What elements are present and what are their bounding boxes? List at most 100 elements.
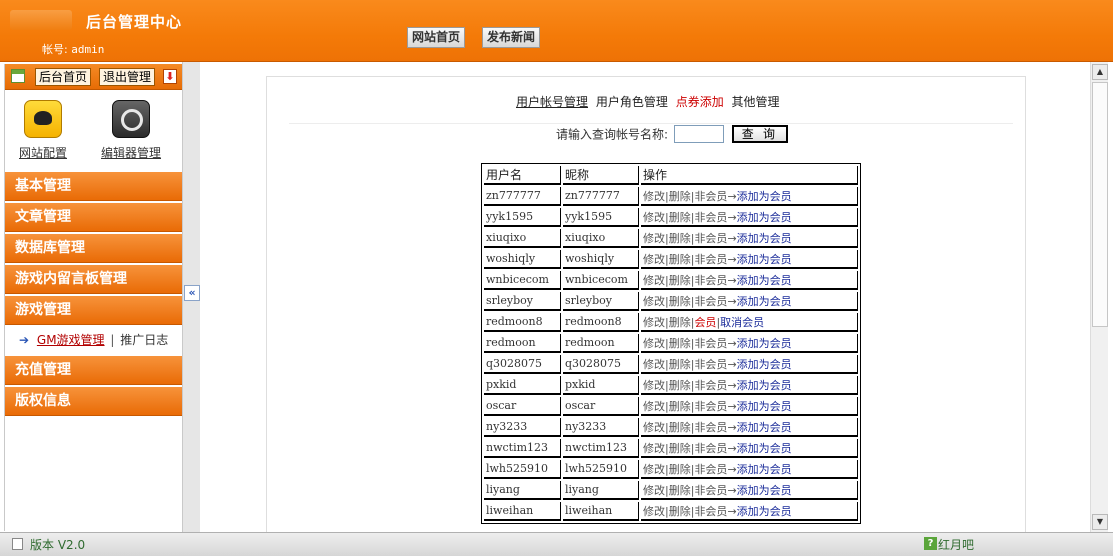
add-member-link[interactable]: 添加为会员 — [737, 358, 792, 371]
delete-link[interactable]: 删除 — [669, 253, 691, 266]
search-button[interactable]: 查 询 — [731, 125, 789, 143]
delete-link[interactable]: 删除 — [669, 211, 691, 224]
logout-button[interactable]: 退出管理 — [99, 68, 156, 86]
add-member-link[interactable]: 添加为会员 — [737, 484, 792, 497]
cell-actions: 修改|删除|非会员→添加为会员 — [641, 334, 858, 353]
delete-link[interactable]: 删除 — [669, 295, 691, 308]
delete-link[interactable]: 删除 — [669, 232, 691, 245]
delete-link[interactable]: 删除 — [669, 379, 691, 392]
delete-link[interactable]: 删除 — [669, 358, 691, 371]
delete-link[interactable]: 删除 — [669, 484, 691, 497]
add-member-link[interactable]: 添加为会员 — [737, 295, 792, 308]
site-config-shortcut[interactable]: 网站配置 — [19, 100, 67, 161]
submenu-promo-log[interactable]: 推广日志 — [120, 333, 168, 347]
publish-news-button[interactable]: 发布新闻 — [482, 27, 541, 48]
arrow-down-icon[interactable]: ⬇ — [163, 69, 177, 84]
header-bar: 后台管理中心 帐号: admin 网站首页 发布新闻 — [0, 0, 1113, 62]
menu-database[interactable]: 数据库管理 — [5, 234, 183, 263]
edit-link[interactable]: 修改 — [643, 400, 665, 413]
add-member-link[interactable]: 添加为会员 — [737, 337, 792, 350]
help-icon: ? — [924, 537, 937, 550]
delete-link[interactable]: 删除 — [669, 442, 691, 455]
add-member-link[interactable]: 添加为会员 — [737, 463, 792, 476]
edit-link[interactable]: 修改 — [643, 253, 665, 266]
menu-articles[interactable]: 文章管理 — [5, 203, 183, 232]
edit-link[interactable]: 修改 — [643, 274, 665, 287]
edit-link[interactable]: 修改 — [643, 295, 665, 308]
delete-link[interactable]: 删除 — [669, 190, 691, 203]
menu-recharge[interactable]: 充值管理 — [5, 356, 183, 385]
tab-user-accounts[interactable]: 用户帐号管理 — [516, 95, 588, 109]
edit-link[interactable]: 修改 — [643, 379, 665, 392]
scroll-down-icon[interactable]: ▼ — [1092, 514, 1108, 530]
table-row: liyang liyang 修改|删除|非会员→添加为会员 — [484, 481, 858, 500]
col-username: 用户名 — [484, 166, 561, 185]
add-member-link[interactable]: 添加为会员 — [737, 421, 792, 434]
add-member-link[interactable]: 添加为会员 — [737, 442, 792, 455]
menu-guestbook[interactable]: 游戏内留言板管理 — [5, 265, 183, 294]
edit-link[interactable]: 修改 — [643, 463, 665, 476]
tab-bar: 用户帐号管理 用户角色管理 点券添加 其他管理 — [516, 93, 784, 110]
editor-shortcut[interactable]: 编辑器管理 — [101, 100, 161, 161]
member-status: 非会员 — [694, 252, 728, 266]
user-table: 用户名 昵称 操作 zn777777 zn777777 修改|删除|非会员→添加为会… — [481, 163, 861, 524]
edit-link[interactable]: 修改 — [643, 442, 665, 455]
scroll-up-icon[interactable]: ▲ — [1092, 64, 1108, 80]
delete-link[interactable]: 删除 — [669, 421, 691, 434]
cell-nickname: lwh525910 — [563, 460, 639, 479]
tab-user-roles[interactable]: 用户角色管理 — [596, 95, 668, 109]
tab-other[interactable]: 其他管理 — [732, 95, 780, 109]
edit-link[interactable]: 修改 — [643, 484, 665, 497]
cell-username: q3028075 — [484, 355, 561, 374]
search-input[interactable] — [673, 125, 724, 143]
edit-link[interactable]: 修改 — [643, 316, 665, 329]
edit-link[interactable]: 修改 — [643, 337, 665, 350]
edit-link[interactable]: 修改 — [643, 358, 665, 371]
menu-game[interactable]: 游戏管理 — [5, 296, 183, 325]
cell-username: woshiqly — [484, 250, 561, 269]
table-row: redmoon redmoon 修改|删除|非会员→添加为会员 — [484, 334, 858, 353]
delete-link[interactable]: 删除 — [669, 316, 691, 329]
member-status: 非会员 — [694, 231, 728, 245]
collapse-icon[interactable]: « — [184, 285, 200, 301]
edit-link[interactable]: 修改 — [643, 505, 665, 518]
add-member-link[interactable]: 添加为会员 — [737, 211, 792, 224]
delete-link[interactable]: 删除 — [669, 337, 691, 350]
delete-link[interactable]: 删除 — [669, 274, 691, 287]
delete-link[interactable]: 删除 — [669, 505, 691, 518]
delete-link[interactable]: 删除 — [669, 400, 691, 413]
cancel-member-link[interactable]: 取消会员 — [720, 316, 764, 329]
member-status: 非会员 — [694, 294, 728, 308]
cell-actions: 修改|删除|非会员→添加为会员 — [641, 229, 858, 248]
tab-add-coupons[interactable]: 点券添加 — [676, 95, 724, 109]
sidebar-menu: 基本管理 文章管理 数据库管理 游戏内留言板管理 游戏管理 ➔ GM游戏管理 |… — [5, 172, 183, 418]
cell-username: redmoon — [484, 334, 561, 353]
add-member-link[interactable]: 添加为会员 — [737, 505, 792, 518]
submenu-gm-game[interactable]: GM游戏管理 — [37, 333, 105, 347]
menu-basic[interactable]: 基本管理 — [5, 172, 183, 201]
member-status: 非会员 — [694, 504, 728, 518]
add-member-link[interactable]: 添加为会员 — [737, 232, 792, 245]
edit-link[interactable]: 修改 — [643, 421, 665, 434]
footer-brand[interactable]: 红月吧 — [938, 536, 974, 553]
add-member-link[interactable]: 添加为会员 — [737, 274, 792, 287]
scroll-thumb[interactable] — [1092, 82, 1108, 327]
account-label: 帐号: — [42, 43, 68, 56]
add-member-link[interactable]: 添加为会员 — [737, 400, 792, 413]
cell-username: oscar — [484, 397, 561, 416]
add-member-link[interactable]: 添加为会员 — [737, 253, 792, 266]
cell-nickname: xiuqixo — [563, 229, 639, 248]
scrollbar[interactable]: ▲ ▼ — [1090, 62, 1108, 532]
cell-nickname: oscar — [563, 397, 639, 416]
add-member-link[interactable]: 添加为会员 — [737, 190, 792, 203]
menu-copyright[interactable]: 版权信息 — [5, 387, 183, 416]
member-status: 非会员 — [694, 420, 728, 434]
cell-actions: 修改|删除|非会员→添加为会员 — [641, 397, 858, 416]
admin-home-button[interactable]: 后台首页 — [35, 68, 92, 86]
add-member-link[interactable]: 添加为会员 — [737, 379, 792, 392]
edit-link[interactable]: 修改 — [643, 232, 665, 245]
edit-link[interactable]: 修改 — [643, 211, 665, 224]
delete-link[interactable]: 删除 — [669, 463, 691, 476]
site-home-button[interactable]: 网站首页 — [407, 27, 466, 48]
edit-link[interactable]: 修改 — [643, 190, 665, 203]
